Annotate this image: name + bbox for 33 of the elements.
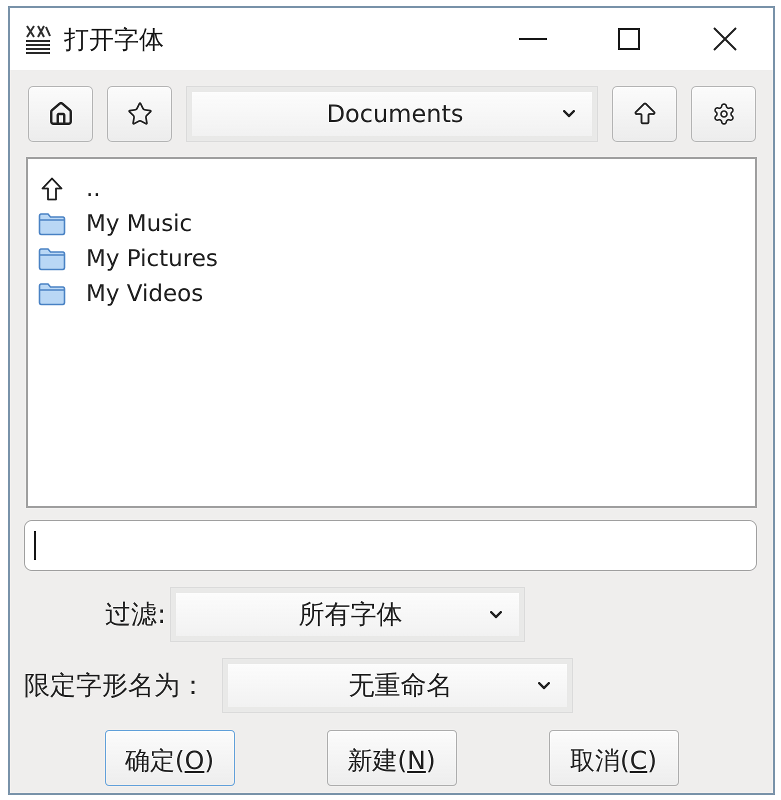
location-dropdown[interactable]: Documents	[186, 86, 598, 142]
bookmarks-button[interactable]	[107, 86, 172, 142]
filter-dropdown[interactable]: 所有字体	[170, 587, 525, 642]
glyph-naming-dropdown[interactable]: 无重命名	[222, 658, 573, 713]
text-cursor	[34, 531, 36, 560]
window-title: 打开字体	[64, 24, 165, 56]
settings-button[interactable]	[691, 86, 756, 142]
folder-icon	[38, 282, 66, 306]
settings-icon	[712, 102, 736, 126]
file-list-item[interactable]: My Videos	[36, 276, 747, 311]
home-icon	[48, 100, 74, 126]
glyph-naming-label: 限定字形名为：	[24, 670, 207, 703]
dialog-button[interactable]: 取消(C)	[548, 730, 678, 786]
minimize-icon	[519, 38, 547, 40]
maximize-icon	[618, 28, 640, 50]
filter-label: 过滤:	[104, 599, 167, 632]
file-list-item[interactable]: My Music	[36, 206, 747, 241]
file-list-item[interactable]: ..	[36, 171, 747, 206]
dialog-button[interactable]: 新建(N)	[326, 730, 456, 786]
close-icon	[713, 27, 737, 51]
folder-icon	[38, 212, 66, 236]
font-stack-icon	[24, 23, 52, 55]
star-icon	[126, 100, 152, 126]
default-button[interactable]: 确定(O)	[104, 730, 234, 786]
chevron-down-icon	[490, 610, 502, 618]
home-button[interactable]	[28, 86, 93, 142]
file-list-item[interactable]: My Pictures	[36, 241, 747, 276]
chevron-down-icon	[563, 110, 575, 118]
chevron-down-icon	[538, 682, 550, 690]
up-arrow-icon	[41, 176, 63, 200]
folder-icon	[38, 246, 66, 270]
filename-field[interactable]	[24, 520, 757, 571]
parent-folder-button[interactable]	[612, 86, 677, 142]
